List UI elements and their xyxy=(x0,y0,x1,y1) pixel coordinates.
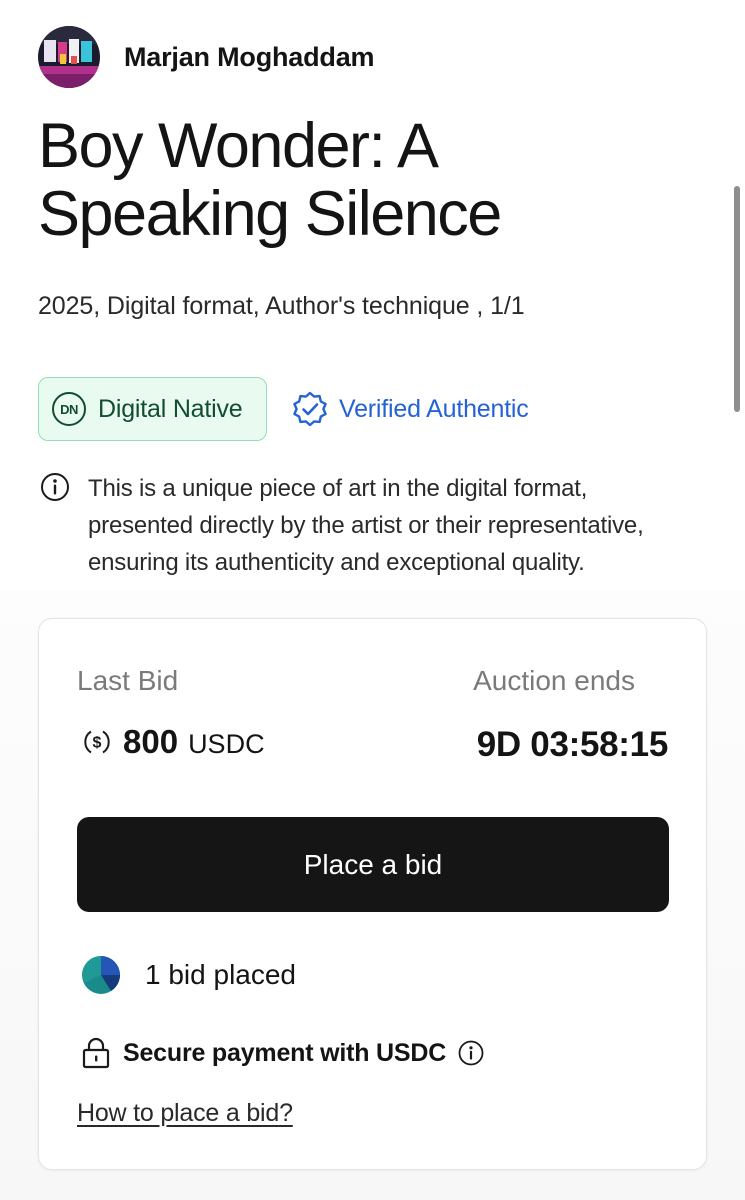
scrollbar[interactable] xyxy=(734,186,740,412)
artist-row[interactable]: Marjan Moghaddam xyxy=(38,26,375,88)
last-bid-amount: 800 xyxy=(123,723,179,760)
last-bid-currency: USDC xyxy=(188,728,265,759)
artwork-meta: 2025, Digital format, Author's technique… xyxy=(38,292,525,320)
badge-check-icon xyxy=(293,391,327,427)
verified-authentic-link[interactable]: Verified Authentic xyxy=(291,390,529,428)
lock-icon xyxy=(82,1037,110,1069)
artist-avatar[interactable] xyxy=(38,26,100,88)
secure-payment-row: Secure payment with USDC xyxy=(81,1037,484,1069)
digital-native-badge[interactable]: DN Digital Native xyxy=(38,377,267,441)
dollar-circle-icon: $ xyxy=(84,730,110,754)
bids-count: 1 bid placed xyxy=(145,959,297,990)
digital-native-label: Digital Native xyxy=(98,394,243,423)
auction-countdown: 9D 03:58:15 xyxy=(476,725,669,764)
auction-ends-label: Auction ends xyxy=(473,665,635,696)
secure-payment-label: Secure payment with USDC xyxy=(123,1038,447,1067)
last-bid-label: Last Bid xyxy=(77,665,179,696)
artist-avatar-image xyxy=(38,26,100,88)
how-to-bid-link[interactable]: How to place a bid? xyxy=(77,1099,293,1128)
auction-card: Last Bid Auction ends $ 800 USDC 9D 03:5… xyxy=(38,618,707,1170)
dn-logo-icon: DN xyxy=(52,392,86,426)
bids-summary[interactable]: 1 bid placed xyxy=(81,955,296,995)
last-bid-value: $ 800 USDC xyxy=(81,723,265,761)
place-bid-button[interactable]: Place a bid xyxy=(77,817,669,912)
artwork-info-note: This is a unique piece of art in the dig… xyxy=(40,470,688,581)
bidder-avatar-icon xyxy=(82,956,120,994)
info-icon[interactable] xyxy=(458,1040,484,1066)
info-icon xyxy=(41,473,69,501)
artist-name[interactable]: Marjan Moghaddam xyxy=(124,42,375,73)
artwork-title: Boy Wonder: A Speaking Silence xyxy=(38,111,502,249)
verified-authentic-label: Verified Authentic xyxy=(339,394,529,423)
info-text: This is a unique piece of art in the dig… xyxy=(88,475,644,576)
svg-text:$: $ xyxy=(93,735,102,752)
